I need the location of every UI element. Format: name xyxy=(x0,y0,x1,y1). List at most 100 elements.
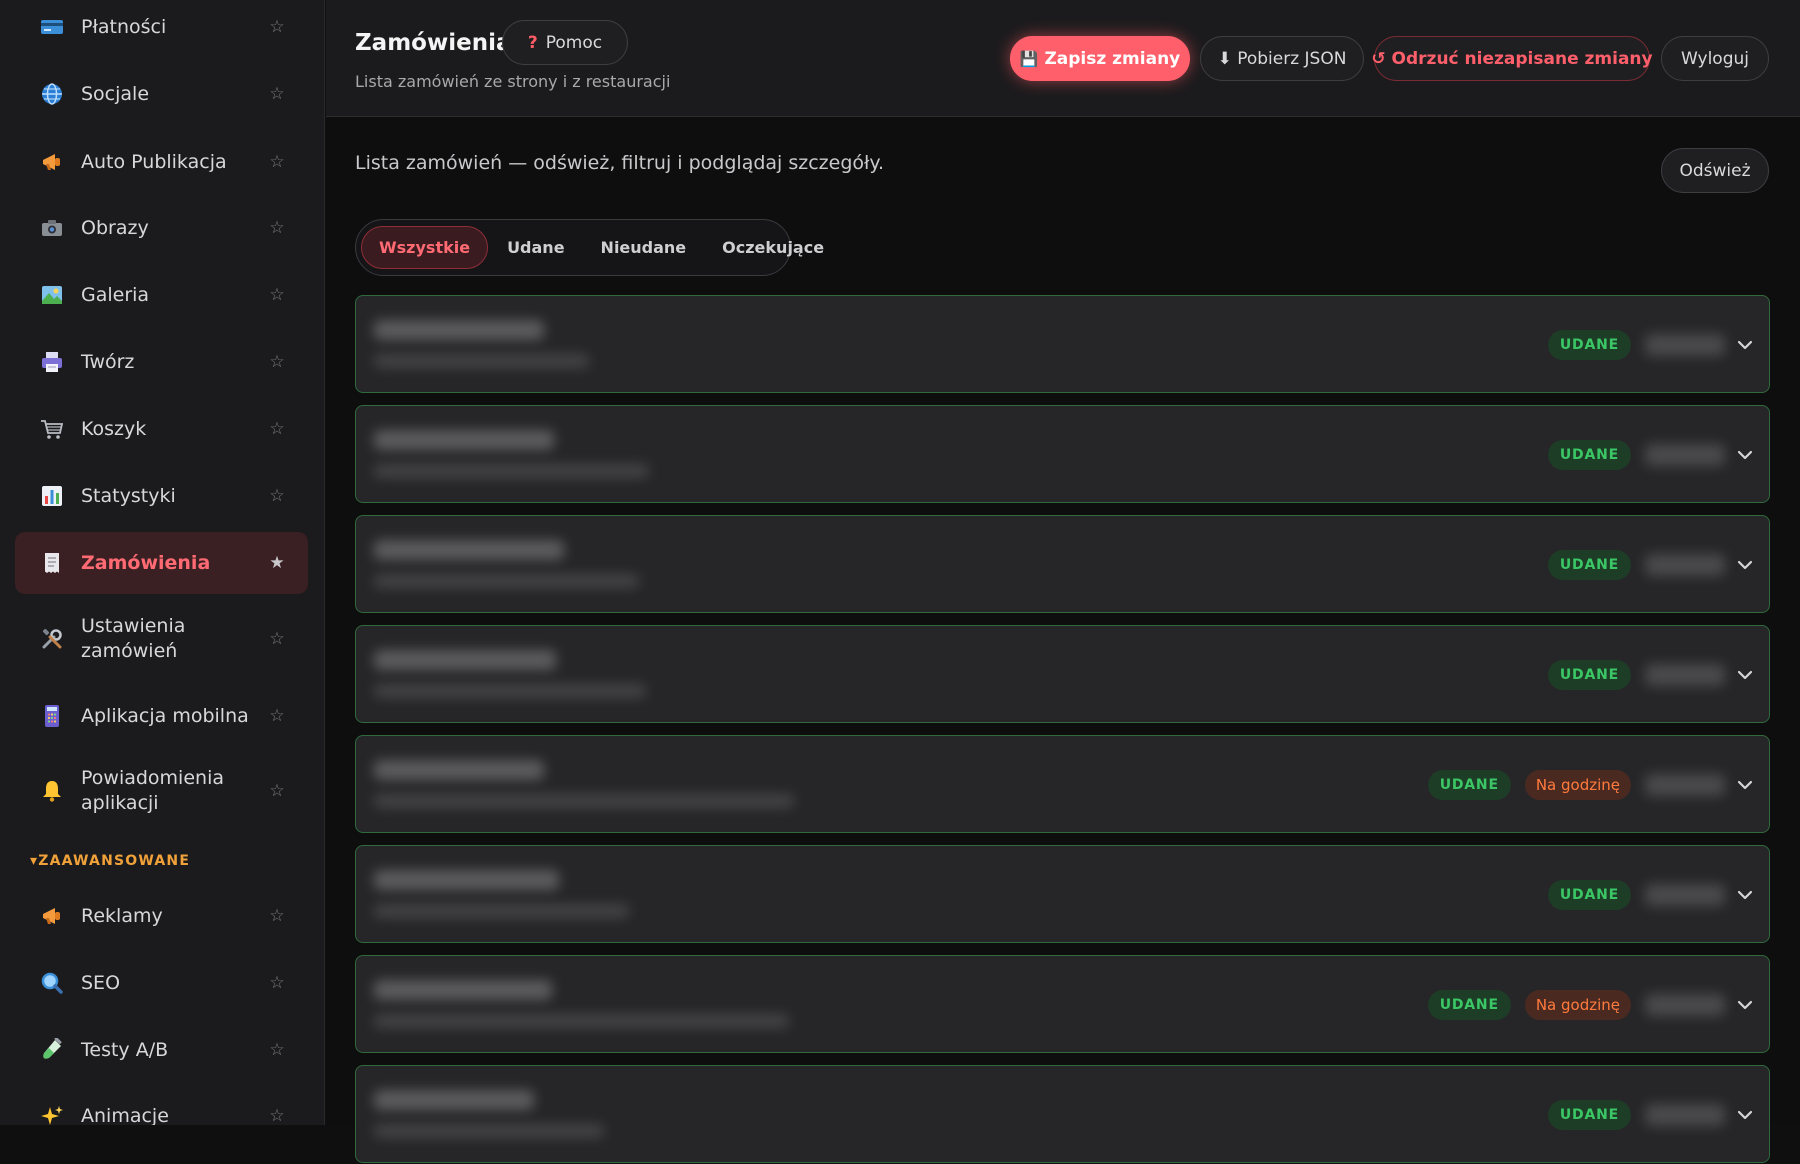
sidebar-item-label: Powiadomienia aplikacji xyxy=(81,766,268,816)
sidebar-item-reklamy[interactable]: Reklamy ☆ xyxy=(15,885,308,947)
sidebar-item-aplikacja-mobilna[interactable]: Aplikacja mobilna ☆ xyxy=(15,685,308,747)
order-amount-redacted xyxy=(1645,554,1725,576)
chevron-down-icon[interactable] xyxy=(1735,885,1755,905)
favorite-star-icon[interactable]: ☆ xyxy=(268,17,286,37)
order-details-redacted xyxy=(374,354,589,368)
status-badge: UDANE xyxy=(1547,1100,1631,1130)
favorite-star-icon[interactable]: ☆ xyxy=(268,906,286,926)
favorite-star-icon[interactable]: ☆ xyxy=(268,218,286,238)
order-row[interactable]: UDANE Na godzinę xyxy=(355,955,1770,1053)
order-meta: UDANE xyxy=(1547,406,1755,504)
save-button-label: Zapisz zmiany xyxy=(1044,48,1181,69)
printer-icon xyxy=(39,349,65,375)
sidebar-item-galeria[interactable]: Galeria ☆ xyxy=(15,264,308,326)
credit-card-icon xyxy=(39,14,65,40)
order-amount-redacted xyxy=(1645,444,1725,466)
order-details-redacted xyxy=(374,1124,604,1138)
order-details-redacted xyxy=(374,794,794,808)
order-row[interactable]: UDANE xyxy=(355,515,1770,613)
bell-icon xyxy=(39,778,65,804)
section-heading-advanced[interactable]: ▾ZAAWANSOWANE xyxy=(30,853,190,869)
order-row[interactable]: UDANE Na godzinę xyxy=(355,735,1770,833)
sidebar-item-statystyki[interactable]: Statystyki ☆ xyxy=(15,465,308,527)
order-details-redacted xyxy=(374,904,629,918)
sidebar-item-powiadomienia-aplikacji[interactable]: Powiadomienia aplikacji ☆ xyxy=(15,753,308,829)
favorite-star-icon[interactable]: ☆ xyxy=(268,352,286,372)
order-row[interactable]: UDANE xyxy=(355,845,1770,943)
favorite-star-icon[interactable]: ☆ xyxy=(268,152,286,172)
favorite-star-icon[interactable]: ☆ xyxy=(268,973,286,993)
sidebar-item-label-line2: zamówień xyxy=(81,640,178,662)
favorite-star-icon[interactable]: ★ xyxy=(268,553,286,573)
favorite-star-icon[interactable]: ☆ xyxy=(268,629,286,649)
order-amount-redacted xyxy=(1645,664,1725,686)
schedule-badge: Na godzinę xyxy=(1524,770,1631,800)
chevron-down-icon[interactable] xyxy=(1735,1105,1755,1125)
tools-icon xyxy=(39,626,65,652)
picture-icon xyxy=(39,282,65,308)
refresh-button[interactable]: Odśwież xyxy=(1661,148,1769,193)
sidebar-item-label: Testy A/B xyxy=(81,1038,169,1061)
favorite-star-icon[interactable]: ☆ xyxy=(268,1106,286,1125)
favorite-star-icon[interactable]: ☆ xyxy=(268,285,286,305)
sidebar-item-tworz[interactable]: Twórz ☆ xyxy=(15,331,308,393)
favorite-star-icon[interactable]: ☆ xyxy=(268,1040,286,1060)
order-row[interactable]: UDANE xyxy=(355,1065,1770,1163)
sidebar-item-label: Ustawienia zamówień xyxy=(81,614,268,664)
save-button[interactable]: 💾 Zapisz zmiany xyxy=(1010,36,1190,81)
chevron-down-icon[interactable] xyxy=(1735,335,1755,355)
favorite-star-icon[interactable]: ☆ xyxy=(268,486,286,506)
order-meta: UDANE xyxy=(1547,516,1755,614)
favorite-star-icon[interactable]: ☆ xyxy=(268,781,286,801)
tab-failed[interactable]: Nieudane xyxy=(584,226,704,269)
sidebar-item-animacje[interactable]: Animacje ☆ xyxy=(15,1085,308,1125)
order-details-redacted xyxy=(374,684,646,698)
chevron-down-icon[interactable] xyxy=(1735,445,1755,465)
sidebar-item-label: Zamówienia xyxy=(81,551,211,574)
help-button[interactable]: ? Pomoc xyxy=(502,20,628,65)
order-details-redacted xyxy=(374,574,639,588)
logout-button[interactable]: Wyloguj xyxy=(1661,36,1769,81)
sidebar-item-auto-publikacja[interactable]: Auto Publikacja ☆ xyxy=(15,131,308,193)
favorite-star-icon[interactable]: ☆ xyxy=(268,706,286,726)
sidebar-item-label: Socjale xyxy=(81,82,150,105)
download-json-button[interactable]: ⬇ Pobierz JSON xyxy=(1200,36,1364,81)
order-meta: UDANE xyxy=(1547,626,1755,724)
sidebar-item-testy-ab[interactable]: Testy A/B ☆ xyxy=(15,1019,308,1081)
sidebar-item-koszyk[interactable]: Koszyk ☆ xyxy=(15,398,308,460)
calculator-icon xyxy=(39,703,65,729)
favorite-star-icon[interactable]: ☆ xyxy=(268,84,286,104)
tab-all[interactable]: Wszystkie xyxy=(361,226,489,269)
sidebar-item-label-line2: aplikacji xyxy=(81,792,159,814)
sidebar-item-socjale[interactable]: Socjale ☆ xyxy=(15,63,308,125)
test-tube-icon xyxy=(39,1037,65,1063)
order-row[interactable]: UDANE xyxy=(355,405,1770,503)
order-amount-redacted xyxy=(1645,994,1725,1016)
sidebar-item-label: SEO xyxy=(81,971,121,994)
discard-changes-button[interactable]: ↺ Odrzuć niezapisane zmiany xyxy=(1371,36,1653,81)
sidebar-item-label: Twórz xyxy=(81,350,135,373)
order-row[interactable]: UDANE xyxy=(355,625,1770,723)
sidebar-item-obrazy[interactable]: Obrazy ☆ xyxy=(15,197,308,259)
chevron-down-icon[interactable] xyxy=(1735,665,1755,685)
tab-pending[interactable]: Oczekujące xyxy=(705,226,841,269)
sidebar-item-seo[interactable]: SEO ☆ xyxy=(15,952,308,1014)
tab-successful[interactable]: Udane xyxy=(490,226,581,269)
globe-icon xyxy=(39,81,65,107)
sidebar-item-ustawienia-zamowien[interactable]: Ustawienia zamówień ☆ xyxy=(15,601,308,677)
bar-chart-icon xyxy=(39,483,65,509)
order-title-redacted xyxy=(374,1090,534,1110)
sidebar-item-label: Płatności xyxy=(81,15,167,38)
page-subtitle: Lista zamówień ze strony i z restauracji xyxy=(355,72,671,91)
order-row[interactable]: UDANE xyxy=(355,295,1770,393)
order-amount-redacted xyxy=(1645,1104,1725,1126)
chevron-down-icon[interactable] xyxy=(1735,995,1755,1015)
sidebar-item-platnosci[interactable]: Płatności ☆ xyxy=(15,0,308,58)
chevron-down-icon[interactable] xyxy=(1735,775,1755,795)
camera-icon xyxy=(39,215,65,241)
favorite-star-icon[interactable]: ☆ xyxy=(268,419,286,439)
order-title-redacted xyxy=(374,870,559,890)
sidebar-item-zamowienia[interactable]: Zamówienia ★ xyxy=(15,532,308,594)
chevron-down-icon[interactable] xyxy=(1735,555,1755,575)
order-title-redacted xyxy=(374,320,544,340)
